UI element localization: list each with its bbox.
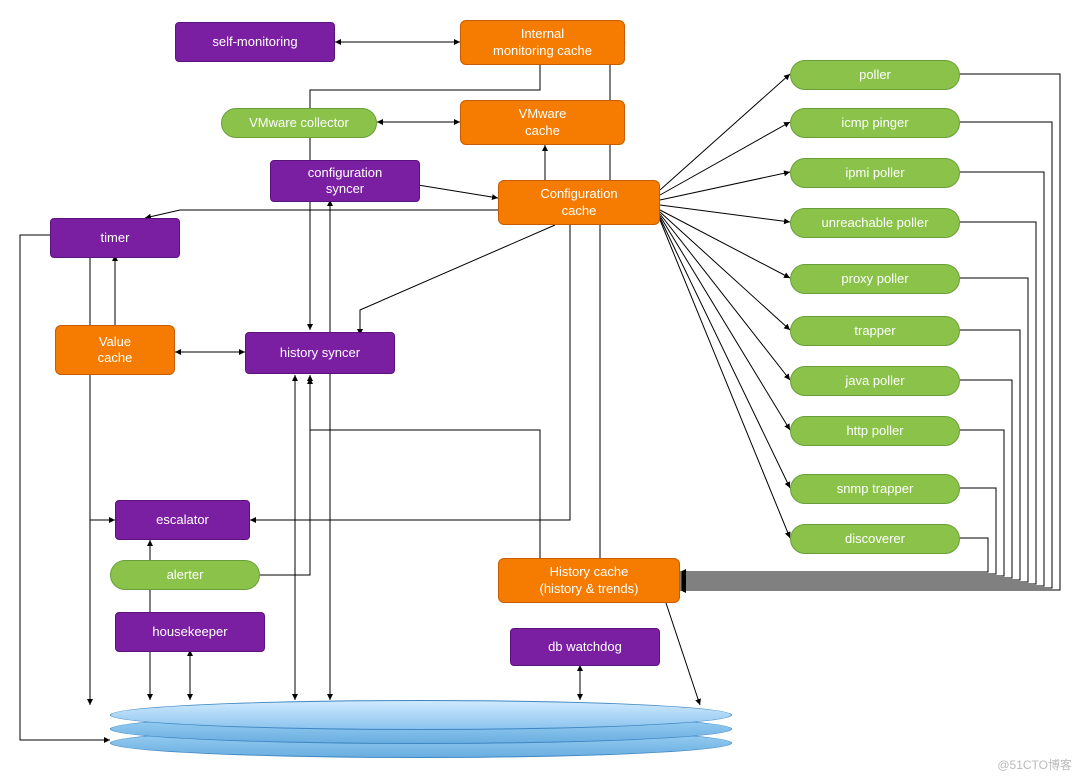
node-unreachable-poller: unreachable poller (790, 208, 960, 238)
label: snmp trapper (837, 481, 914, 497)
label: housekeeper (152, 624, 227, 640)
label: history syncer (280, 345, 360, 361)
label: trapper (854, 323, 895, 339)
label: unreachable poller (822, 215, 929, 231)
label: Value cache (98, 334, 133, 367)
node-discoverer: discoverer (790, 524, 960, 554)
node-alerter: alerter (110, 560, 260, 590)
node-http-poller: http poller (790, 416, 960, 446)
label: db watchdog (548, 639, 622, 655)
label: discoverer (845, 531, 905, 547)
label: escalator (156, 512, 209, 528)
node-escalator: escalator (115, 500, 250, 540)
node-db-watchdog: db watchdog (510, 628, 660, 666)
node-snmp-trapper: snmp trapper (790, 474, 960, 504)
label: ipmi poller (845, 165, 904, 181)
node-config-cache: Configuration cache (498, 180, 660, 225)
label: http poller (846, 423, 903, 439)
label: Internal monitoring cache (493, 26, 592, 59)
label: poller (859, 67, 891, 83)
node-housekeeper: housekeeper (115, 612, 265, 652)
label: History cache (history & trends) (540, 564, 639, 597)
label: VMware cache (519, 106, 567, 139)
node-vmware-cache: VMware cache (460, 100, 625, 145)
node-history-cache: History cache (history & trends) (498, 558, 680, 603)
node-ipmi-poller: ipmi poller (790, 158, 960, 188)
database-cylinder (110, 700, 730, 762)
node-vmware-collector: VMware collector (221, 108, 377, 138)
node-config-syncer: configuration syncer (270, 160, 420, 202)
label: alerter (167, 567, 204, 583)
watermark: @51CTO博客 (997, 756, 1072, 773)
node-java-poller: java poller (790, 366, 960, 396)
node-history-syncer: history syncer (245, 332, 395, 374)
node-trapper: trapper (790, 316, 960, 346)
label: configuration syncer (308, 165, 382, 198)
label: self-monitoring (212, 34, 297, 50)
node-timer: timer (50, 218, 180, 258)
node-icmp-pinger: icmp pinger (790, 108, 960, 138)
label: icmp pinger (841, 115, 908, 131)
node-internal-monitoring-cache: Internal monitoring cache (460, 20, 625, 65)
label: proxy poller (841, 271, 908, 287)
node-proxy-poller: proxy poller (790, 264, 960, 294)
label: VMware collector (249, 115, 349, 131)
node-value-cache: Value cache (55, 325, 175, 375)
label: java poller (845, 373, 904, 389)
node-poller: poller (790, 60, 960, 90)
label: Configuration cache (540, 186, 617, 219)
label: timer (101, 230, 130, 246)
node-self-monitoring: self-monitoring (175, 22, 335, 62)
